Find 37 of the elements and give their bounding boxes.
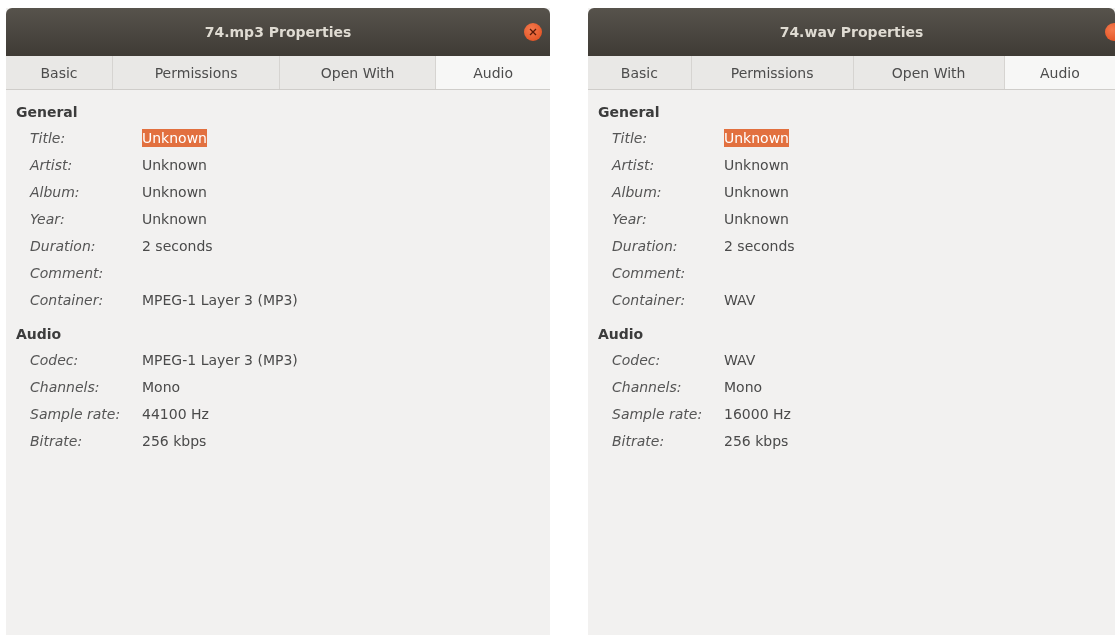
field-label: Artist: (612, 156, 656, 173)
field-label: Bitrate: (30, 432, 84, 449)
field-label: Channels: (30, 378, 101, 395)
field-label: Channels: (612, 378, 683, 395)
field-label: Album: (30, 183, 81, 200)
field-label: Codec: (612, 351, 662, 368)
tab[interactable]: Permissions (690, 56, 853, 89)
field-label: Album: (612, 183, 663, 200)
section-heading: General (16, 103, 79, 122)
tab[interactable]: Basic (588, 56, 691, 89)
section-heading: Audio (598, 325, 645, 344)
field-label: Comment: (612, 264, 687, 281)
field-label: Codec: (30, 351, 80, 368)
tab[interactable]: Open With (852, 56, 1004, 89)
field-value: Unknown (724, 128, 789, 147)
field-label: Duration: (30, 237, 97, 254)
field-label: Container: (612, 291, 687, 308)
field-label: Sample rate: (612, 405, 704, 422)
field-label: Sample rate: (30, 405, 122, 422)
section-heading: Audio (16, 325, 63, 344)
window-title: 74.wav Properties (779, 24, 924, 40)
field-label: Comment: (30, 264, 105, 281)
tab[interactable]: Audio (1003, 56, 1115, 89)
section-heading: General (598, 103, 661, 122)
tab[interactable]: Permissions (112, 56, 280, 89)
field-label: Bitrate: (612, 432, 666, 449)
field-label: Title: (612, 129, 649, 146)
window-title: 74.mp3 Properties (204, 24, 352, 40)
tab[interactable]: Audio (435, 56, 550, 89)
field-label: Title: (30, 129, 67, 146)
field-label: Year: (30, 210, 66, 227)
field-value: Unknown (142, 128, 207, 147)
tab[interactable]: Basic (6, 56, 113, 89)
field-label: Year: (612, 210, 648, 227)
field-label: Duration: (612, 237, 679, 254)
field-label: Container: (30, 291, 105, 308)
field-label: Artist: (30, 156, 74, 173)
